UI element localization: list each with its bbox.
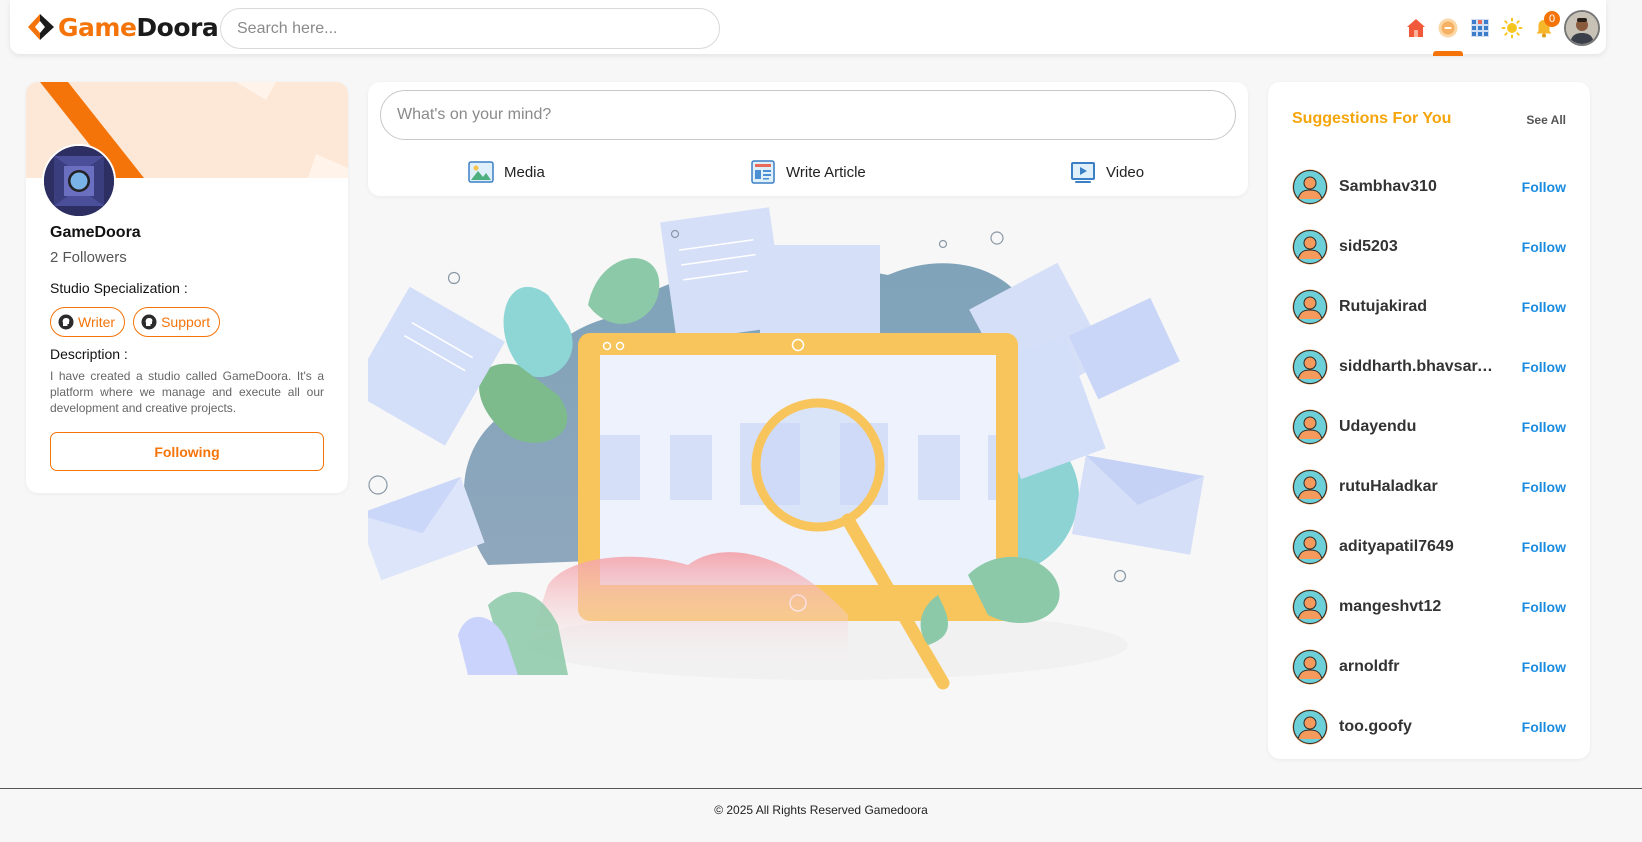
home-icon[interactable] (1400, 12, 1432, 44)
follow-button[interactable]: Follow (1522, 659, 1566, 675)
article-icon (751, 160, 775, 184)
follow-button[interactable]: Follow (1522, 359, 1566, 375)
user-avatar[interactable] (1564, 10, 1600, 46)
media-button[interactable]: Media (468, 157, 545, 187)
notification-badge: 0 (1544, 11, 1560, 27)
default-avatar-icon[interactable] (1292, 169, 1328, 205)
video-label: Video (1106, 163, 1145, 181)
suggestion-username[interactable]: rutuHaladkar (1339, 478, 1497, 496)
suggestion-username[interactable]: sid5203 (1339, 238, 1497, 256)
bell-icon[interactable]: 0 (1528, 11, 1560, 44)
default-avatar-icon[interactable] (1292, 709, 1328, 745)
default-avatar-icon[interactable] (1292, 289, 1328, 325)
see-all-link[interactable]: See All (1526, 113, 1566, 127)
follow-button[interactable]: Follow (1522, 239, 1566, 255)
following-button[interactable]: Following (50, 432, 324, 471)
suggestion-row: adityapatil7649 Follow (1292, 517, 1566, 577)
head-icon (58, 314, 74, 330)
suggestion-row: rutuHaladkar Follow (1292, 457, 1566, 517)
brand-name: GameDoora (58, 12, 219, 42)
search-input[interactable] (220, 8, 720, 49)
coin-icon[interactable] (1432, 12, 1464, 56)
default-avatar-icon[interactable] (1292, 469, 1328, 505)
copyright-text: © 2025 All Rights Reserved Gamedoora (714, 803, 928, 817)
follow-button[interactable]: Follow (1522, 719, 1566, 735)
default-avatar-icon[interactable] (1292, 529, 1328, 565)
suggestion-row: mangeshvt12 Follow (1292, 577, 1566, 637)
tag-label: Writer (78, 314, 116, 330)
post-composer: Media Write Article Video (368, 82, 1248, 196)
suggestion-username[interactable]: siddharth.bhavsar.4... (1339, 358, 1497, 376)
page-footer: © 2025 All Rights Reserved Gamedoora (0, 788, 1642, 842)
tag-support[interactable]: Support (133, 307, 221, 337)
default-avatar-icon[interactable] (1292, 409, 1328, 445)
default-avatar-icon[interactable] (1292, 349, 1328, 385)
suggestion-row: too.goofy Follow (1292, 697, 1566, 757)
top-navbar: GameDoora 0 (10, 0, 1606, 56)
followers-count[interactable]: 2 Followers (50, 249, 127, 266)
logo-mark-icon (28, 14, 54, 40)
media-label: Media (504, 163, 545, 181)
follow-button[interactable]: Follow (1522, 179, 1566, 195)
default-avatar-icon[interactable] (1292, 589, 1328, 625)
video-icon (1071, 162, 1095, 183)
tag-label: Support (161, 314, 211, 330)
default-avatar-icon[interactable] (1292, 649, 1328, 685)
write-article-button[interactable]: Write Article (750, 157, 866, 187)
post-input[interactable] (380, 90, 1236, 140)
follow-button[interactable]: Follow (1522, 539, 1566, 555)
nav-icon-group: 0 (1400, 10, 1600, 56)
suggestion-row: Udayendu Follow (1292, 397, 1566, 457)
suggestions-title: Suggestions For You (1292, 110, 1452, 127)
suggestion-row: siddharth.bhavsar.4... Follow (1292, 337, 1566, 397)
image-icon (468, 161, 494, 183)
suggestion-row: Rutujakirad Follow (1292, 277, 1566, 337)
suggestion-username[interactable]: Udayendu (1339, 418, 1497, 436)
grid-icon[interactable] (1464, 12, 1496, 44)
tag-writer[interactable]: Writer (50, 307, 126, 337)
video-button[interactable]: Video (1070, 157, 1144, 187)
suggestions-panel: Suggestions For You See All Sambhav310 F… (1268, 82, 1590, 759)
suggestion-row: sid5203 Follow (1292, 217, 1566, 277)
sun-icon[interactable] (1496, 12, 1528, 44)
suggestion-username[interactable]: too.goofy (1339, 718, 1497, 736)
default-avatar-icon[interactable] (1292, 229, 1328, 265)
studio-profile-card: GameDoora 2 Followers Studio Specializat… (26, 82, 348, 493)
suggestion-row: arnoldfr Follow (1292, 637, 1566, 697)
specialization-tags: Writer Support (50, 307, 221, 337)
suggestion-username[interactable]: Rutujakirad (1339, 298, 1497, 316)
studio-description: I have created a studio called GameDoora… (50, 369, 324, 415)
follow-button[interactable]: Follow (1522, 419, 1566, 435)
suggestion-row: Sambhav310 Follow (1292, 157, 1566, 217)
suggestion-username[interactable]: adityapatil7649 (1339, 538, 1497, 556)
head-icon (141, 314, 157, 330)
follow-button[interactable]: Follow (1522, 479, 1566, 495)
studio-avatar (42, 144, 116, 218)
suggestion-username[interactable]: arnoldfr (1339, 658, 1497, 676)
follow-button[interactable]: Follow (1522, 299, 1566, 315)
empty-feed-illustration (349, 205, 1248, 705)
suggestion-username[interactable]: mangeshvt12 (1339, 598, 1497, 616)
write-article-label: Write Article (786, 163, 866, 181)
suggestion-username[interactable]: Sambhav310 (1339, 178, 1497, 196)
specialization-label: Studio Specialization : (50, 280, 188, 296)
description-label: Description : (50, 346, 128, 362)
suggestions-list: Sambhav310 Follow sid5203 Follow Rutujak… (1292, 157, 1566, 757)
follow-button[interactable]: Follow (1522, 599, 1566, 615)
studio-name: GameDoora (50, 224, 141, 241)
brand-logo[interactable]: GameDoora (26, 12, 219, 42)
